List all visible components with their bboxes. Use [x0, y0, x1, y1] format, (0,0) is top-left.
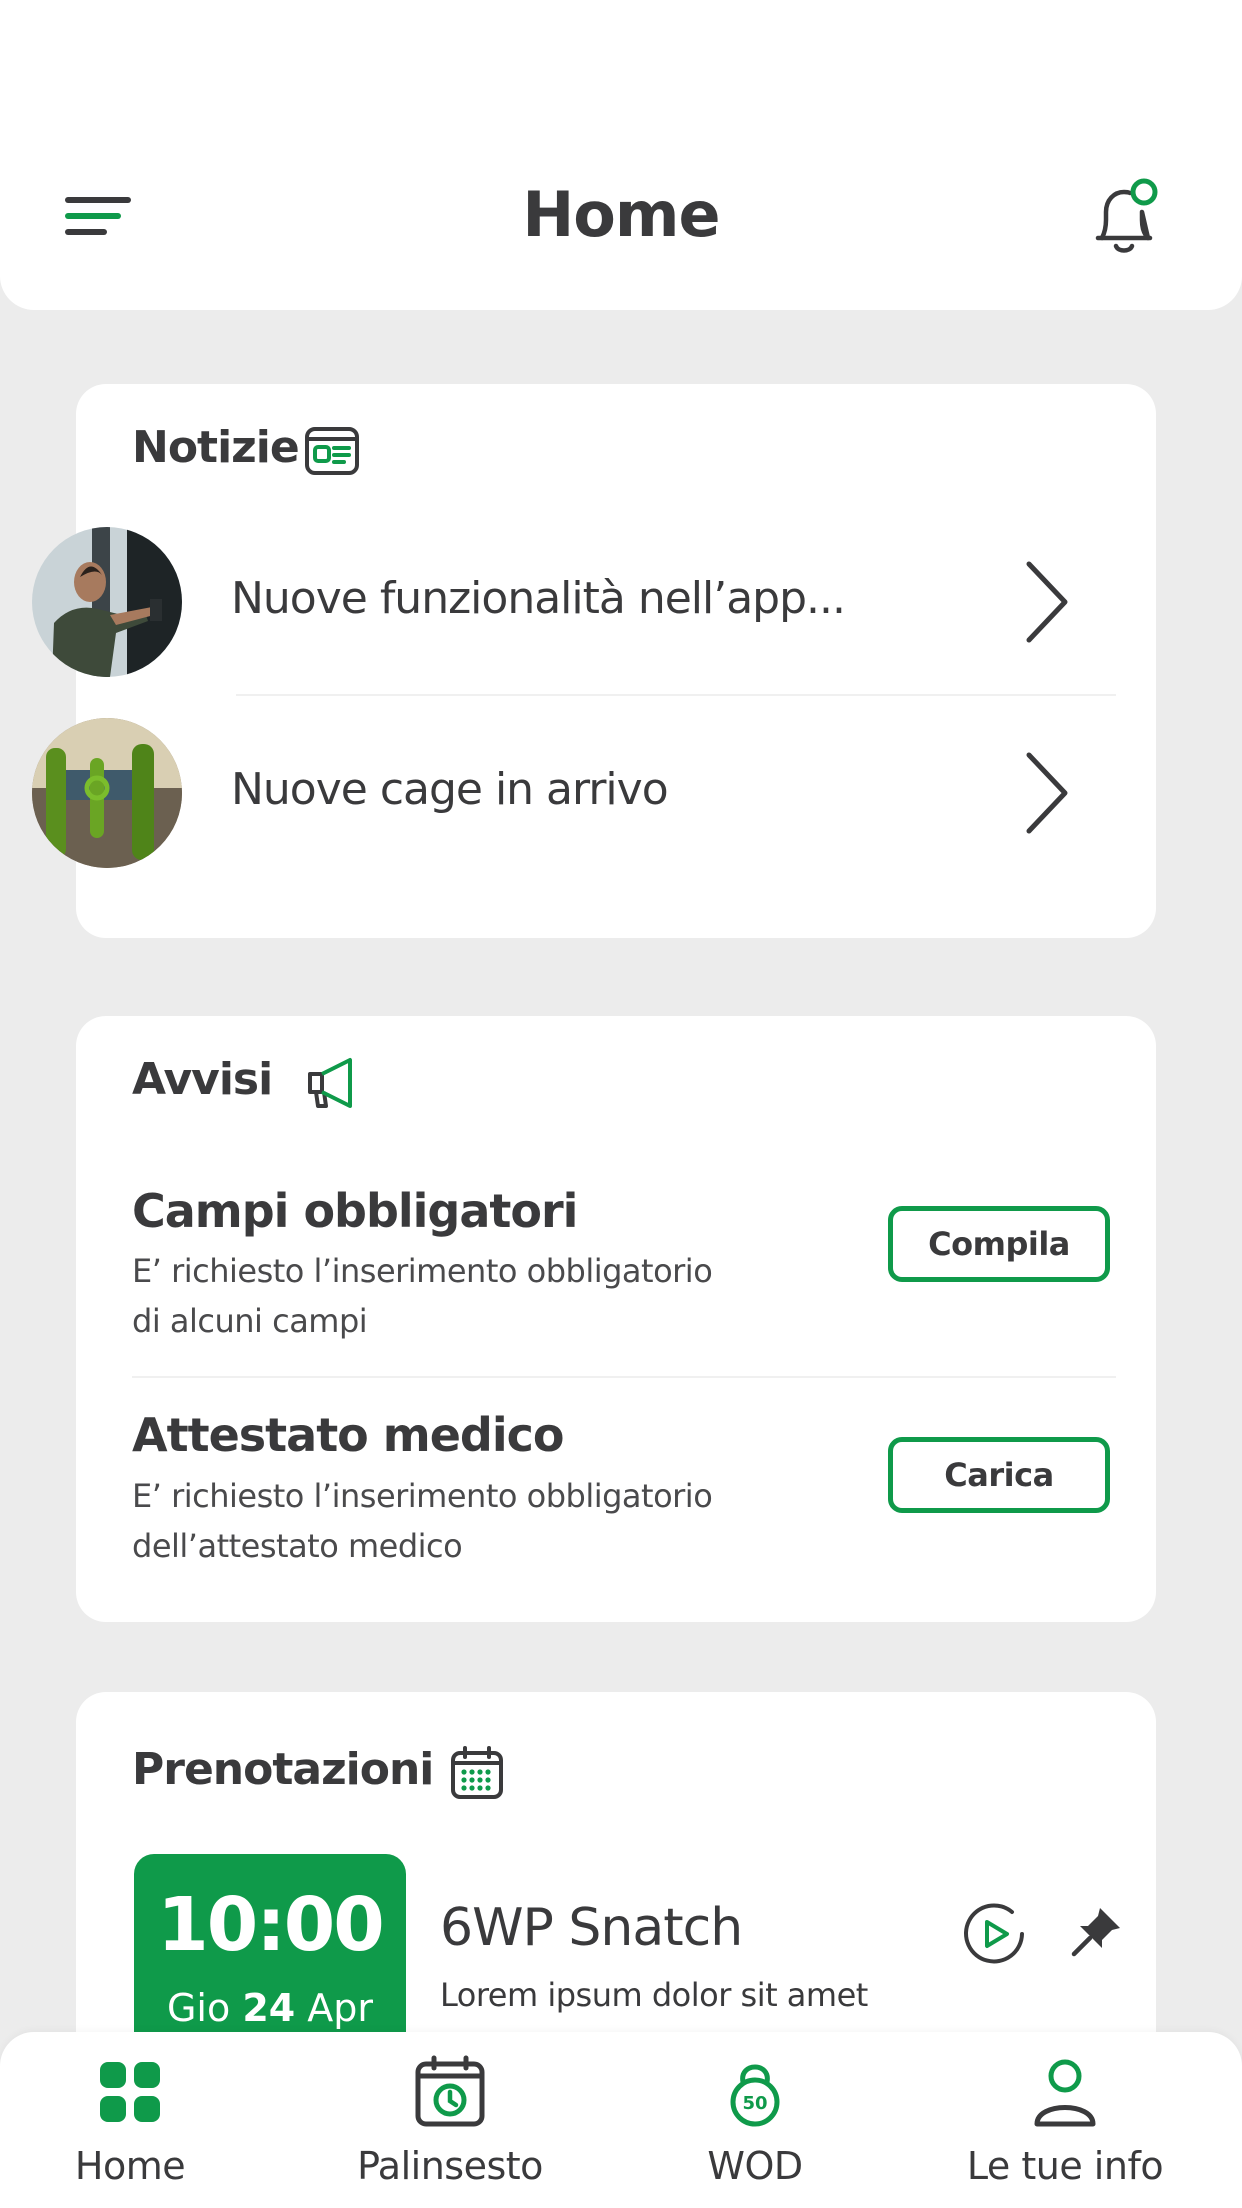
booking-day: Gio: [166, 1986, 231, 2030]
app-header: Home: [0, 0, 1242, 310]
notice-title: Attestato medico: [132, 1408, 564, 1462]
news-thumbnail: [32, 527, 182, 677]
tab-label: Le tue info: [966, 2144, 1164, 2188]
tab-le-tue-info[interactable]: Le tue info: [945, 2032, 1185, 2208]
notices-section-title: Avvisi: [132, 1054, 273, 1105]
booking-subtitle: Lorem ipsum dolor sit amet: [440, 1976, 868, 2014]
megaphone-icon: [304, 1056, 364, 1116]
svg-text:50: 50: [742, 2093, 767, 2114]
chevron-right-icon: [1021, 560, 1071, 644]
news-item-title: Nuove funzionalità nell’app...: [231, 573, 846, 624]
fill-form-button[interactable]: Compila: [888, 1206, 1110, 1282]
bell-icon[interactable]: [1090, 176, 1160, 260]
news-card: Notizie Nuove funzionalità nell’app... N…: [32, 384, 1156, 938]
news-item[interactable]: Nuove funzionalità nell’app...: [32, 527, 1156, 677]
divider: [132, 1376, 1116, 1378]
booking-date: Gio 24 Apr: [134, 1986, 406, 2030]
play-icon[interactable]: [962, 1902, 1026, 1966]
notices-card: Avvisi Campi obbligatori E’ richiesto l’…: [76, 1016, 1156, 1622]
tab-wod[interactable]: 50 WOD: [660, 2032, 850, 2208]
booking-class-name: 6WP Snatch: [440, 1898, 743, 1958]
tab-label: Home: [74, 2144, 186, 2188]
calendar-icon: [450, 1746, 504, 1804]
booking-day-number: 24: [242, 1986, 296, 2030]
booking-month: Apr: [307, 1986, 374, 2030]
news-section-title: Notizie: [132, 422, 300, 473]
chevron-right-icon: [1021, 751, 1071, 835]
notice-description: E’ richiesto l’inserimento obbligatorio …: [132, 1252, 713, 1340]
upload-button[interactable]: Carica: [888, 1437, 1110, 1513]
news-thumbnail: [32, 718, 182, 868]
grid-icon: [90, 2052, 170, 2132]
tab-label: Palinsesto: [357, 2144, 543, 2188]
user-icon: [1025, 2052, 1105, 2132]
calendar-clock-icon: [410, 2052, 490, 2132]
tab-label: WOD: [707, 2144, 803, 2188]
divider: [236, 694, 1116, 696]
bookings-section-title: Prenotazioni: [132, 1744, 434, 1795]
kettlebell-icon: 50: [715, 2052, 795, 2132]
booking-time: 10:00: [157, 1882, 385, 1968]
notice-title: Campi obbligatori: [132, 1184, 578, 1238]
news-item-title: Nuove cage in arrivo: [231, 764, 669, 815]
pin-icon[interactable]: [1066, 1902, 1126, 1962]
bottom-tab-bar: Home Palinsesto 50 WOD Le tue info: [0, 2032, 1242, 2208]
page-title: Home: [522, 178, 720, 251]
news-item[interactable]: Nuove cage in arrivo: [32, 718, 1156, 868]
newspaper-icon: [304, 426, 360, 480]
notice-description: E’ richiesto l’inserimento obbligatorio …: [132, 1477, 713, 1565]
tab-palinsesto[interactable]: Palinsesto: [330, 2032, 570, 2208]
tab-home[interactable]: Home: [30, 2032, 230, 2208]
